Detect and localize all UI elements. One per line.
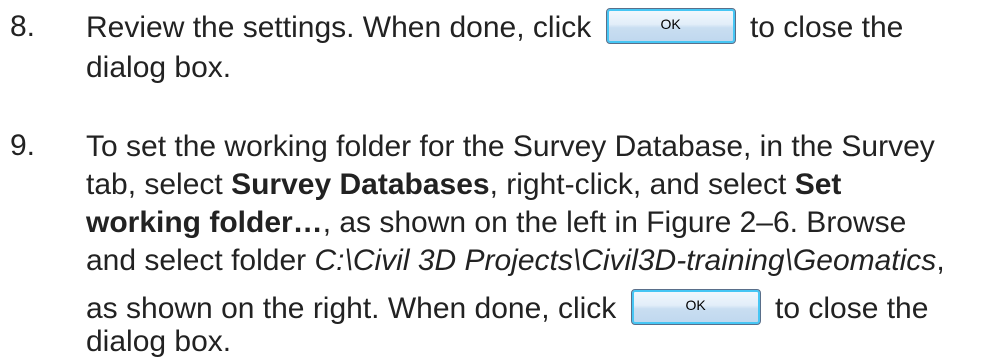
ui-term: Survey Databases — [231, 168, 490, 201]
ui-term: Set — [794, 168, 842, 201]
step-text: tab, select — [86, 168, 232, 201]
step-text: to close the — [749, 11, 904, 44]
ok-button[interactable]: OK — [605, 8, 736, 45]
step-text: Review the settings. When done, click — [86, 11, 592, 44]
step-text: , — [936, 244, 945, 277]
step-8-line-1: Review the settings. When done, click OK… — [86, 8, 904, 46]
step-text: and select folder — [86, 244, 315, 277]
step-8-line-2: dialog box. — [86, 51, 232, 84]
step-9-line-4: and select folder C:\Civil 3D Projects\C… — [86, 243, 945, 279]
step-text: , right-click, and select — [489, 168, 795, 201]
ok-button[interactable]: OK — [630, 289, 761, 326]
step-9-line-6: dialog box. — [86, 325, 232, 358]
step-9-line-5: as shown on the right. When done, click … — [86, 289, 929, 327]
step-text: , as shown on the left in Figure 2–6. Br… — [322, 206, 907, 239]
folder-path: C:\Civil 3D Projects\Civil3D-training\Ge… — [314, 244, 937, 277]
step-9-line-3: working folder…, as shown on the left in… — [86, 205, 906, 241]
ui-term: working folder… — [86, 206, 323, 239]
step-number: 9. — [10, 129, 36, 162]
step-text: as shown on the right. When done, click — [86, 292, 617, 325]
step-number: 8. — [10, 10, 36, 43]
step-text: to close the — [774, 292, 929, 325]
step-9-line-2: tab, select Survey Databases, right-clic… — [86, 167, 841, 203]
step-9-line-1: To set the working folder for the Survey… — [86, 130, 935, 163]
